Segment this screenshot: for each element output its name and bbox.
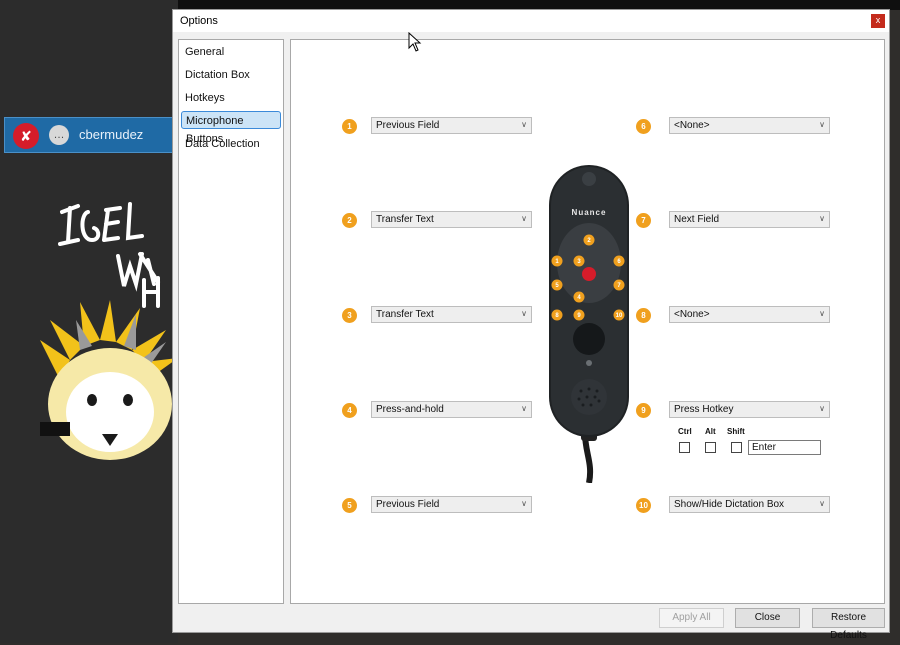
button-6-select[interactable]: <None> ∨ [669, 117, 830, 134]
chat-icon[interactable]: … [49, 125, 69, 145]
alt-label: Alt [705, 427, 716, 436]
button-6-value: <None> [674, 120, 710, 131]
close-icon[interactable]: x [871, 14, 885, 28]
options-dialog: Options x General Dictation Box Hotkeys … [172, 9, 890, 641]
button-10-badge: 10 [636, 498, 651, 513]
button-4-badge: 4 [342, 403, 357, 418]
nav-item-data-collection[interactable]: Data Collection [181, 135, 281, 153]
button-9-value: Press Hotkey [674, 404, 734, 415]
button-7-value: Next Field [674, 214, 720, 225]
alt-checkbox[interactable] [705, 442, 716, 453]
restore-defaults-button[interactable]: Restore Defaults [812, 608, 885, 641]
button-4-select[interactable]: Press-and-hold ∨ [371, 401, 532, 418]
nav-item-hotkeys[interactable]: Hotkeys [181, 89, 281, 107]
button-2-value: Transfer Text [376, 214, 434, 225]
device-brand: Nuance [572, 208, 607, 217]
chevron-down-icon: ∨ [521, 309, 527, 318]
hedgehog-artwork [40, 202, 178, 460]
ctrl-checkbox[interactable] [679, 442, 690, 453]
button-8-select[interactable]: <None> ∨ [669, 306, 830, 323]
microphone-device-image: Nuance 2 1 3 6 5 7 4 8 9 10 [549, 165, 629, 483]
button-5-select[interactable]: Previous Field ∨ [371, 496, 532, 513]
button-3-value: Transfer Text [376, 309, 434, 320]
nav-item-dictation-box[interactable]: Dictation Box [181, 66, 281, 84]
chevron-down-icon: ∨ [521, 214, 527, 223]
nav-item-general[interactable]: General [181, 43, 281, 61]
button-7-select[interactable]: Next Field ∨ [669, 211, 830, 228]
shift-checkbox[interactable] [731, 442, 742, 453]
dialog-title-bar: Options x [173, 10, 889, 32]
button-2-select[interactable]: Transfer Text ∨ [371, 211, 532, 228]
ctrl-label: Ctrl [678, 427, 692, 436]
nav-item-microphone-buttons[interactable]: Microphone Buttons [181, 111, 281, 145]
button-1-value: Previous Field [376, 120, 440, 131]
user-status-bar[interactable]: ✘ … cbermudez [4, 117, 175, 153]
button-5-badge: 5 [342, 498, 357, 513]
chevron-down-icon: ∨ [819, 499, 825, 508]
hotkey-key-input[interactable]: Enter [748, 440, 821, 455]
button-6-badge: 6 [636, 119, 651, 134]
button-7-badge: 7 [636, 213, 651, 228]
shift-label: Shift [727, 427, 745, 436]
button-10-value: Show/Hide Dictation Box [674, 499, 785, 510]
button-3-select[interactable]: Transfer Text ∨ [371, 306, 532, 323]
button-3-badge: 3 [342, 308, 357, 323]
user-name: cbermudez [79, 127, 144, 142]
button-5-value: Previous Field [376, 499, 440, 510]
button-9-select[interactable]: Press Hotkey ∨ [669, 401, 830, 418]
button-4-value: Press-and-hold [376, 404, 444, 415]
chevron-down-icon: ∨ [521, 120, 527, 129]
microphone-buttons-panel: 1 Previous Field ∨ 2 Transfer Text ∨ 3 T… [290, 39, 885, 604]
button-10-select[interactable]: Show/Hide Dictation Box ∨ [669, 496, 830, 513]
chevron-down-icon: ∨ [521, 499, 527, 508]
button-2-badge: 2 [342, 213, 357, 228]
chevron-down-icon: ∨ [819, 404, 825, 413]
device-badge-10: 10 [616, 313, 623, 319]
chevron-down-icon: ∨ [521, 404, 527, 413]
close-button[interactable]: Close [735, 608, 800, 628]
dialog-title: Options [180, 15, 218, 27]
button-8-badge: 8 [636, 308, 651, 323]
button-9-badge: 9 [636, 403, 651, 418]
button-1-badge: 1 [342, 119, 357, 134]
chevron-down-icon: ∨ [819, 214, 825, 223]
options-nav: General Dictation Box Hotkeys Microphone… [178, 39, 284, 604]
mic-muted-icon[interactable]: ✘ [13, 123, 39, 149]
apply-all-button[interactable]: Apply All [659, 608, 724, 628]
mouse-cursor-icon [408, 32, 422, 52]
chevron-down-icon: ∨ [819, 120, 825, 129]
chevron-down-icon: ∨ [819, 309, 825, 318]
button-1-select[interactable]: Previous Field ∨ [371, 117, 532, 134]
button-8-value: <None> [674, 309, 710, 320]
